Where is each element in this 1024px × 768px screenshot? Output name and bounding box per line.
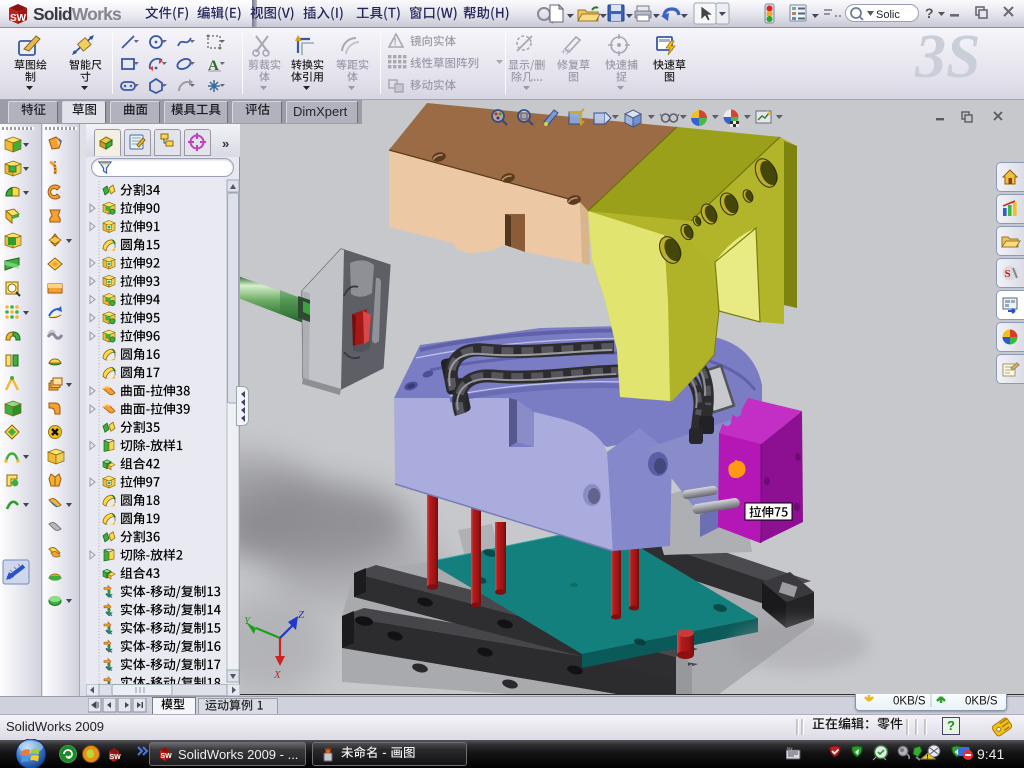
svg-text:0KB/S: 0KB/S (893, 696, 926, 708)
svg-text:Solic: Solic (876, 9, 900, 21)
svg-text:!: ! (927, 754, 929, 761)
svg-text:!: ! (394, 37, 397, 48)
svg-text:0KB/S: 0KB/S (965, 696, 998, 708)
svg-text:S: S (1005, 268, 1011, 280)
svg-text:SW: SW (161, 753, 173, 760)
svg-text:SW: SW (110, 754, 122, 761)
svg-text:Z: Z (298, 609, 305, 621)
svg-text:+/: +/ (561, 47, 569, 57)
svg-text:key: key (787, 747, 793, 751)
svg-text:X: X (273, 669, 282, 681)
